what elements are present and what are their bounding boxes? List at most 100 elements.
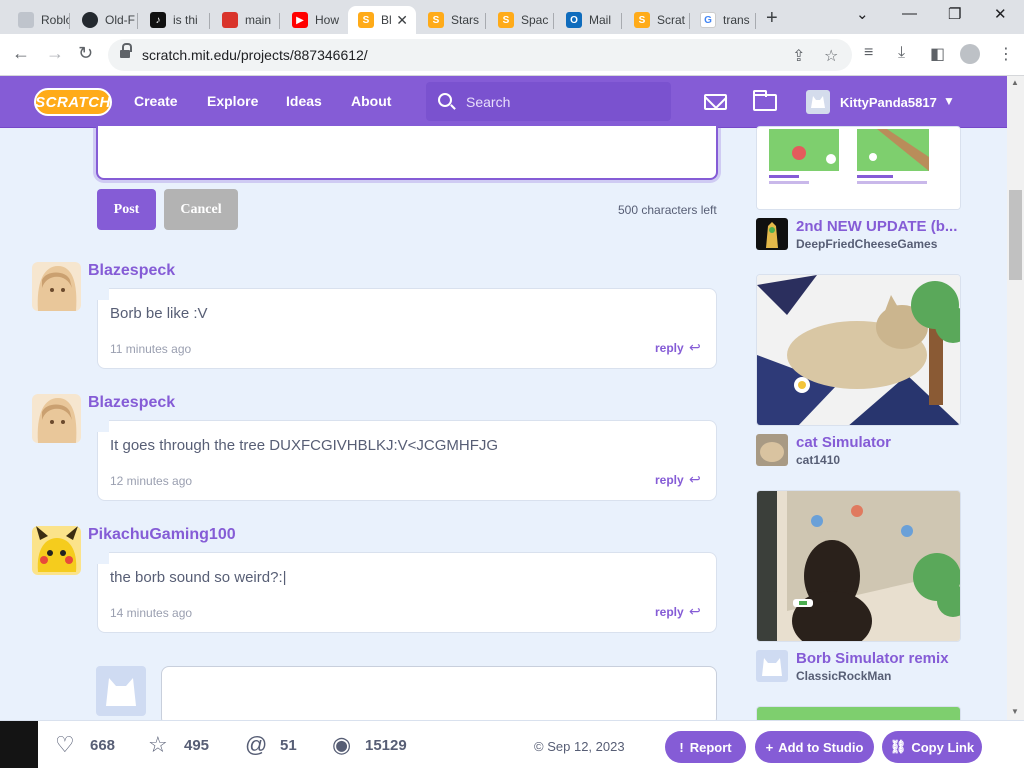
tab-label: Roblo	[41, 13, 70, 27]
share-icon[interactable]: ⇪	[792, 46, 805, 66]
remix-thumbnail[interactable]	[756, 274, 961, 426]
download-icon[interactable]: ⤓	[898, 44, 905, 62]
my-stuff-folder-icon[interactable]	[753, 90, 777, 111]
search-icon	[438, 93, 452, 107]
avatar[interactable]	[756, 434, 788, 466]
comment-time: 14 minutes ago	[110, 606, 193, 620]
nav-create[interactable]: Create	[134, 93, 178, 109]
remix-title[interactable]: Borb Simulator remix	[796, 650, 949, 667]
copy-link-button[interactable]: ⛓ Copy Link	[882, 731, 982, 763]
minimize-icon[interactable]: —	[902, 5, 917, 22]
scroll-up-arrow-icon[interactable]: ▲	[1011, 78, 1019, 87]
tab-label: Bl	[381, 13, 392, 27]
reply-textarea[interactable]	[161, 666, 717, 726]
stage-edge	[0, 721, 38, 768]
messages-icon[interactable]	[704, 94, 727, 110]
scratch-navbar: SCRATCH Create Explore Ideas About Searc…	[0, 76, 1007, 128]
post-button[interactable]: Post	[97, 189, 156, 230]
search-placeholder: Search	[466, 94, 511, 110]
link-icon: ⛓	[889, 739, 907, 754]
avatar[interactable]	[756, 650, 788, 682]
tab-active-scratch[interactable]: S Bl ✕	[348, 6, 416, 34]
side-panel-icon[interactable]: ◧	[930, 44, 945, 64]
menu-kebab-icon[interactable]: ⋮	[998, 44, 1014, 64]
comment-bubble: It goes through the tree DUXFCGIVHBLKJ:V…	[97, 420, 717, 501]
scroll-down-arrow-icon[interactable]: ▼	[1011, 707, 1019, 716]
avatar[interactable]	[756, 218, 788, 250]
comment-username[interactable]: Blazespeck	[88, 394, 175, 412]
tab-scratch-4[interactable]: S Scrat	[624, 6, 690, 34]
reload-icon[interactable]: ↻	[78, 43, 93, 64]
bookmark-star-icon[interactable]: ☆	[824, 46, 838, 66]
reading-list-icon[interactable]: ≡	[864, 44, 873, 62]
search-input[interactable]: Search	[426, 82, 671, 121]
tab-scratch-3[interactable]: S Spac	[488, 6, 554, 34]
remix-title[interactable]: 2nd NEW UPDATE (b...	[796, 218, 957, 235]
maximize-icon[interactable]: ❐	[948, 5, 961, 23]
remix-author[interactable]: cat1410	[796, 453, 840, 467]
scrollbar-thumb[interactable]	[1009, 190, 1022, 280]
comment-username[interactable]: Blazespeck	[88, 262, 175, 280]
scratch-icon: S	[498, 12, 514, 28]
tab-roblox[interactable]: Roblo	[8, 6, 70, 34]
close-window-icon[interactable]: ✕	[994, 5, 1007, 23]
add-to-studio-button[interactable]: + Add to Studio	[755, 731, 874, 763]
comment-text: Borb be like :V	[110, 305, 208, 322]
tab-label: trans	[723, 13, 750, 27]
views-eye-icon: ◉	[332, 732, 352, 757]
comment-textarea[interactable]	[96, 126, 718, 180]
reply-arrow-icon[interactable]: ↩	[689, 603, 701, 620]
avatar[interactable]	[32, 526, 81, 575]
tab-github[interactable]: Old-F	[72, 6, 138, 34]
characters-left: 500 characters left	[618, 203, 717, 217]
close-tab-icon[interactable]: ✕	[396, 12, 408, 29]
tab-label: Mail	[589, 13, 612, 27]
tab-mail[interactable]: O Mail	[556, 6, 622, 34]
tab-search-chevron-icon[interactable]: ⌄	[856, 5, 869, 23]
chevron-down-icon[interactable]: ▼	[943, 94, 955, 108]
avatar[interactable]	[806, 90, 830, 114]
nav-about[interactable]: About	[351, 93, 391, 109]
back-icon[interactable]: ←	[12, 43, 30, 64]
tab-scratch-2[interactable]: S Stars	[418, 6, 486, 34]
date-text: Sep 12, 2023	[547, 739, 625, 754]
comment-time: 12 minutes ago	[110, 474, 193, 488]
nav-ideas[interactable]: Ideas	[286, 93, 322, 109]
report-button[interactable]: ! Report	[665, 731, 746, 763]
tab-translate[interactable]: G trans	[690, 6, 756, 34]
reply-button[interactable]: reply	[655, 605, 684, 619]
page-scrollbar[interactable]	[1007, 76, 1024, 720]
remix-author[interactable]: DeepFriedCheeseGames	[796, 237, 937, 251]
avatar[interactable]	[32, 394, 81, 443]
remix-title[interactable]: cat Simulator	[796, 434, 891, 451]
url-text: scratch.mit.edu/projects/887346612/	[142, 47, 368, 63]
username[interactable]: KittyPanda5817	[840, 95, 937, 110]
tab-main[interactable]: main	[212, 6, 280, 34]
tab-youtube[interactable]: ▶ How	[282, 6, 348, 34]
google-icon: G	[700, 12, 716, 28]
new-tab-icon[interactable]: +	[766, 7, 778, 30]
nav-explore[interactable]: Explore	[207, 93, 258, 109]
reply-arrow-icon[interactable]: ↩	[689, 471, 701, 488]
url-field[interactable]: scratch.mit.edu/projects/887346612/ ⇪ ☆	[108, 39, 852, 71]
remix-thumbnail[interactable]	[756, 126, 961, 210]
comment-username[interactable]: PikachuGaming100	[88, 526, 236, 544]
love-heart-icon[interactable]: ♡	[55, 732, 75, 758]
favorite-star-icon[interactable]: ☆	[148, 732, 168, 758]
tab-label: Stars	[451, 13, 480, 27]
tab-label: is thi	[173, 13, 198, 27]
forward-icon[interactable]: →	[46, 43, 64, 64]
profile-icon[interactable]	[960, 44, 980, 64]
reply-button[interactable]: reply	[655, 341, 684, 355]
scratch-logo[interactable]: SCRATCH	[34, 88, 112, 116]
tab-tiktok[interactable]: ♪ is thi	[140, 6, 210, 34]
favorite-count: 495	[184, 737, 210, 754]
reply-button[interactable]: reply	[655, 473, 684, 487]
remix-spiral-icon: @	[245, 732, 268, 757]
remix-thumbnail[interactable]	[756, 490, 961, 642]
tab-label: How	[315, 13, 340, 27]
reply-arrow-icon[interactable]: ↩	[689, 339, 701, 356]
remix-author[interactable]: ClassicRockMan	[796, 669, 891, 683]
avatar[interactable]	[32, 262, 81, 311]
cancel-button[interactable]: Cancel	[164, 189, 238, 230]
